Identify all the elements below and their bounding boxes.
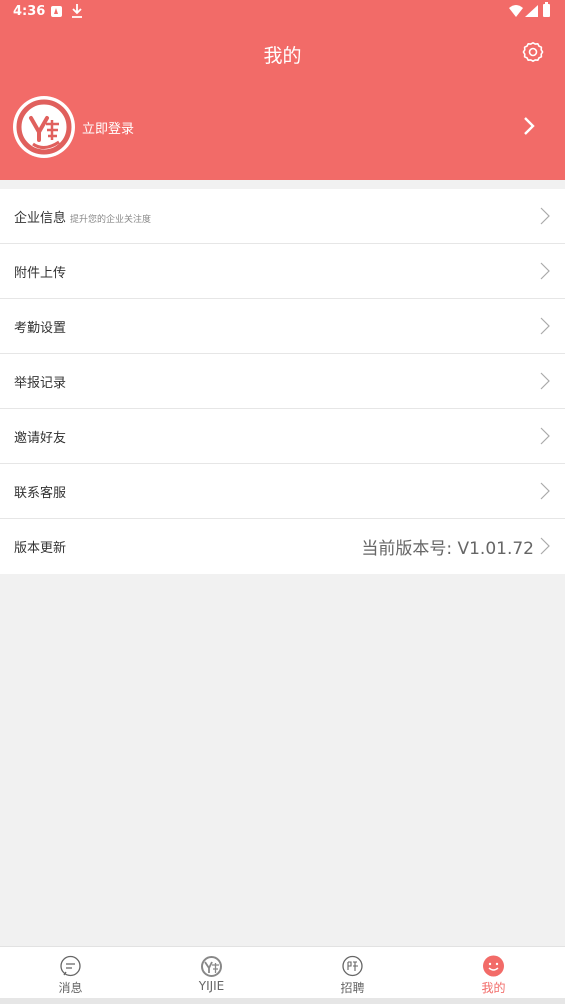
menu-item-label: 举报记录 xyxy=(14,376,67,391)
version-number: 当前版本号: V1.01.72 xyxy=(361,539,534,559)
menu-item-invite-friends[interactable]: 邀请好友 xyxy=(0,409,565,464)
menu-item-report-records[interactable]: 举报记录 xyxy=(0,354,565,409)
profile-header: 4:36 我的 立即登录 xyxy=(0,0,565,180)
tab-label: 我的 xyxy=(481,981,506,995)
tab-label: 消息 xyxy=(58,981,83,995)
tab-yijie[interactable]: YIJIE xyxy=(141,947,282,1001)
smile-icon xyxy=(483,955,504,977)
status-time: 4:36 xyxy=(13,4,46,19)
menu-item-label: 邀请好友 xyxy=(14,431,67,446)
chevron-right-icon xyxy=(540,317,550,335)
menu-item-label: 企业信息 提升您的企业关注度 xyxy=(14,211,152,226)
menu-item-label: 联系客服 xyxy=(14,486,67,501)
menu-item-attachment-upload[interactable]: 附件上传 xyxy=(0,244,565,299)
message-icon xyxy=(60,955,81,977)
menu-item-subtitle: 提升您的企业关注度 xyxy=(70,215,152,225)
chevron-right-icon xyxy=(540,262,550,280)
tab-label: YIJIE xyxy=(198,979,225,993)
tab-label: 招聘 xyxy=(340,981,365,995)
avatar[interactable] xyxy=(13,96,75,158)
recruit-icon xyxy=(342,955,363,977)
menu-item-attendance-settings[interactable]: 考勤设置 xyxy=(0,299,565,354)
chevron-right-icon xyxy=(540,372,550,390)
menu-item-company-info[interactable]: 企业信息 提升您的企业关注度 xyxy=(0,189,565,244)
menu-item-label: 版本更新 xyxy=(14,541,67,556)
chevron-right-icon xyxy=(540,427,550,445)
page-title: 我的 xyxy=(263,45,302,67)
yijie-logo-icon xyxy=(201,956,222,977)
gear-icon[interactable] xyxy=(521,40,545,64)
status-bar: 4:36 xyxy=(0,0,565,24)
tab-recruit[interactable]: 招聘 xyxy=(282,947,423,1001)
signal-icon xyxy=(525,5,538,17)
bottom-tab-bar: 消息 YIJIE 招聘 我的 xyxy=(0,946,565,1004)
settings-menu: 企业信息 提升您的企业关注度 附件上传 考勤设置 举报记录 邀请好友 联系客服 版… xyxy=(0,189,565,574)
download-icon xyxy=(72,4,82,18)
system-nav-strip xyxy=(0,998,565,1004)
battery-icon xyxy=(543,2,550,17)
chevron-right-icon xyxy=(540,207,550,225)
menu-item-label: 考勤设置 xyxy=(14,321,67,336)
menu-item-label: 附件上传 xyxy=(14,266,67,281)
chevron-right-icon[interactable] xyxy=(522,116,536,136)
wifi-icon xyxy=(509,5,523,17)
chevron-right-icon xyxy=(540,482,550,500)
chevron-right-icon xyxy=(540,537,550,555)
tab-messages[interactable]: 消息 xyxy=(0,947,141,1001)
menu-item-contact-support[interactable]: 联系客服 xyxy=(0,464,565,519)
tab-mine[interactable]: 我的 xyxy=(423,947,564,1001)
notification-a-icon xyxy=(51,6,62,17)
menu-item-version-update[interactable]: 版本更新 当前版本号: V1.01.72 xyxy=(0,519,565,574)
login-link[interactable]: 立即登录 xyxy=(82,118,134,137)
